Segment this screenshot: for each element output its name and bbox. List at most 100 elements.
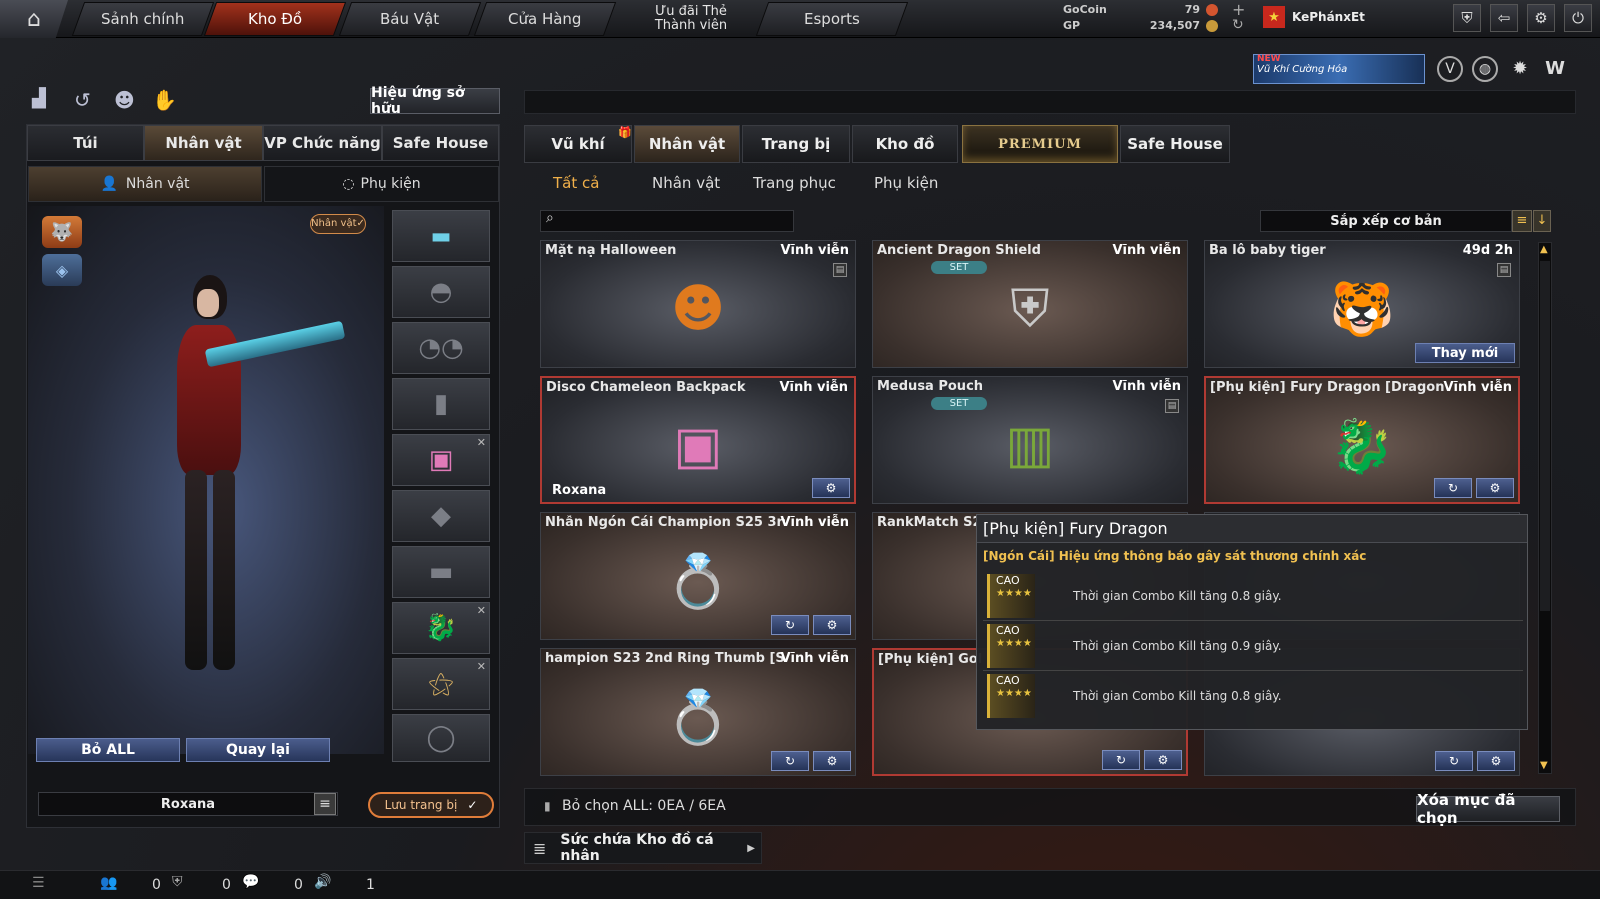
owned-effects-button[interactable]: Hiệu ứng sở hữu — [370, 85, 500, 117]
scroll-up-icon[interactable]: ▲ — [1540, 244, 1548, 255]
slot-ring[interactable]: ◯ — [392, 714, 490, 762]
item-card[interactable]: Ba lô baby tiger 49d 2h ▤ 🐯 Thay mới — [1204, 240, 1520, 368]
weapon-upgrade-banner[interactable]: NEW Vũ Khí Cường Hóa — [1253, 54, 1425, 84]
item-tooltip: [Phụ kiện] Fury Dragon [Ngón Cái] Hiệu ứ… — [976, 514, 1528, 730]
sort-desc-icon[interactable]: ↓ — [1533, 210, 1551, 232]
convert-gp-icon[interactable]: ↻ — [1434, 478, 1472, 498]
slot-pouch[interactable]: ▬ — [392, 546, 490, 598]
gear-icon[interactable]: ⚙ — [1144, 750, 1182, 770]
item-card[interactable]: Medusa Pouch Vĩnh viễn SET ▤ ▥ — [872, 376, 1188, 504]
globe-icon[interactable]: ◍ — [1472, 56, 1498, 82]
convert-gp-icon[interactable]: ↻ — [1435, 751, 1473, 771]
search-icon: ⌕ — [546, 210, 554, 226]
scrollbar-thumb[interactable] — [1540, 261, 1550, 611]
tab-storage[interactable]: Kho đồ — [852, 125, 958, 163]
refresh-icon[interactable]: ↻ — [1232, 17, 1244, 33]
delete-selected-button[interactable]: Xóa mục đã chọn — [1416, 791, 1560, 827]
nav-tab-esports[interactable]: Esports — [755, 2, 909, 36]
scrollbar[interactable] — [1538, 242, 1552, 774]
capacity-button[interactable]: ≣ Sức chứa Kho đồ cá nhân ▶ — [524, 832, 762, 864]
tooltip-title: [Phụ kiện] Fury Dragon — [983, 519, 1168, 538]
menu-icon[interactable]: ≡ — [314, 793, 336, 815]
subtab-accessory[interactable]: ◌ Phụ kiện — [264, 166, 499, 202]
power-icon[interactable]: ⏻ — [1564, 4, 1592, 32]
gear-icon[interactable]: ⚙ — [1527, 4, 1555, 32]
subtab-character[interactable]: 👤 Nhân vật — [28, 166, 262, 202]
clan-shield-icon[interactable]: ⛨ — [172, 874, 183, 890]
exit-room-icon[interactable]: ⇦ — [1490, 4, 1518, 32]
slot-head[interactable]: ◓ — [392, 266, 490, 318]
item-card[interactable]: hampion S23 2nd Ring Thumb [Snal Vĩnh vi… — [540, 648, 856, 776]
friends-count: 0 — [152, 877, 161, 893]
back-button[interactable]: Quay lại — [186, 738, 330, 762]
tab-weapon[interactable]: Vũ khí — [524, 125, 632, 163]
filter-character[interactable]: Nhân vật — [652, 174, 720, 192]
tab-character[interactable]: Nhân vật — [144, 125, 263, 161]
slot-backpack[interactable]: ▣ ✕ — [392, 434, 490, 486]
unequip-icon[interactable]: ✕ — [477, 660, 486, 673]
tab-safe-house[interactable]: Safe House — [382, 125, 499, 161]
filter-all[interactable]: Tất cả — [553, 174, 599, 192]
deselect-icon[interactable]: ▮ — [544, 799, 551, 813]
tab-safe-house-right[interactable]: Safe House — [1120, 125, 1230, 163]
nav-tab-treasure[interactable]: Báu Vật — [338, 2, 482, 36]
nav-tab-lobby[interactable]: Sảnh chính — [71, 2, 215, 36]
gear-icon[interactable]: ⚙ — [1477, 751, 1515, 771]
item-card[interactable]: Disco Chameleon Backpack Vĩnh viễn ▣ Rox… — [540, 376, 856, 504]
search-input[interactable] — [540, 210, 794, 232]
nav-tab-membership[interactable]: Ưu đãi Thẻ Thành viên — [636, 2, 746, 36]
character-select[interactable]: Roxana — [38, 792, 338, 816]
tab-functional-items[interactable]: VP Chức năng — [263, 125, 382, 161]
emblem-v-icon[interactable]: V — [1437, 56, 1463, 82]
slot-face[interactable]: ◔◔ — [392, 322, 490, 374]
convert-gp-icon[interactable]: ↻ — [1102, 750, 1140, 770]
character-icon[interactable]: ☻ — [114, 88, 135, 112]
convert-gp-icon[interactable]: ↻ — [771, 615, 809, 635]
gear-icon[interactable]: ⚙ — [812, 478, 850, 498]
unequip-icon[interactable]: ✕ — [477, 604, 486, 617]
save-loadout-button[interactable]: Lưu trang bị ✓ — [368, 792, 494, 818]
nav-tab-shop[interactable]: Cửa Hàng — [473, 2, 617, 36]
tab-bag[interactable]: Túi — [27, 125, 144, 161]
sort-dropdown[interactable]: Sắp xếp cơ bản — [1260, 210, 1512, 232]
item-card[interactable]: Ancient Dragon Shield Vĩnh viễn SET ⛨ — [872, 240, 1188, 368]
speaker-icon[interactable]: 🔊 — [314, 874, 331, 890]
deselect-all-label[interactable]: Bỏ chọn ALL: 0EA / 6EA — [562, 798, 726, 814]
list-view-icon[interactable]: ≡ — [1512, 210, 1532, 232]
slot-weapon[interactable]: ▬ — [392, 210, 490, 262]
badge-star-icon[interactable]: ✹ — [1507, 56, 1533, 82]
scroll-down-icon[interactable]: ▼ — [1540, 760, 1548, 771]
faction-fire-icon[interactable]: 🐺 — [42, 216, 82, 248]
slot-vest[interactable]: ▮ — [392, 378, 490, 430]
tab-character-right[interactable]: Nhân vật — [634, 125, 740, 163]
chat-icon[interactable]: 💬 — [242, 874, 259, 890]
slot-body[interactable]: ◆ — [392, 490, 490, 542]
item-card[interactable]: [Phụ kiện] Fury Dragon [Dragon Fur Vĩnh … — [1204, 376, 1520, 504]
history-icon[interactable]: ↺ — [74, 88, 91, 112]
list-icon[interactable]: ☰ — [32, 875, 45, 891]
convert-gp-icon[interactable]: ↻ — [771, 751, 809, 771]
glove-icon[interactable]: ✋ — [152, 88, 177, 112]
tab-equipment[interactable]: Trang bị — [742, 125, 850, 163]
nav-tab-inventory[interactable]: Kho Đồ — [203, 2, 347, 36]
filter-accessory[interactable]: Phụ kiện — [874, 174, 938, 192]
filter-costume[interactable]: Trang phục — [753, 174, 836, 192]
gear-icon[interactable]: ⚙ — [813, 615, 851, 635]
renew-button[interactable]: Thay mới — [1415, 343, 1515, 363]
slot-accessory-2[interactable]: ⚝ ✕ — [392, 658, 490, 710]
tab-premium[interactable]: PREMIUM — [962, 125, 1118, 163]
friends-icon[interactable]: 👥 — [100, 875, 117, 891]
slot-accessory-1[interactable]: 🐉 ✕ — [392, 602, 490, 654]
faction-ice-icon[interactable]: ◈ — [42, 254, 82, 286]
unequip-icon[interactable]: ✕ — [477, 436, 486, 449]
gear-icon[interactable]: ⚙ — [1476, 478, 1514, 498]
drop-all-button[interactable]: Bỏ ALL — [36, 738, 180, 762]
grade-badge: CAO ★★★★ — [987, 573, 1035, 618]
item-card[interactable]: Nhẫn Ngón Cái Champion S25 3rd [S Vĩnh v… — [540, 512, 856, 640]
logo-w-icon[interactable]: W — [1542, 56, 1568, 82]
ranking-icon[interactable]: ▟ — [32, 88, 46, 109]
gear-icon[interactable]: ⚙ — [813, 751, 851, 771]
shield-icon[interactable]: ⛨ — [1453, 4, 1481, 32]
grade-badge: CAO ★★★★ — [987, 623, 1035, 668]
item-card[interactable]: Mặt nạ Halloween Vĩnh viễn ▤ ☻ — [540, 240, 856, 368]
